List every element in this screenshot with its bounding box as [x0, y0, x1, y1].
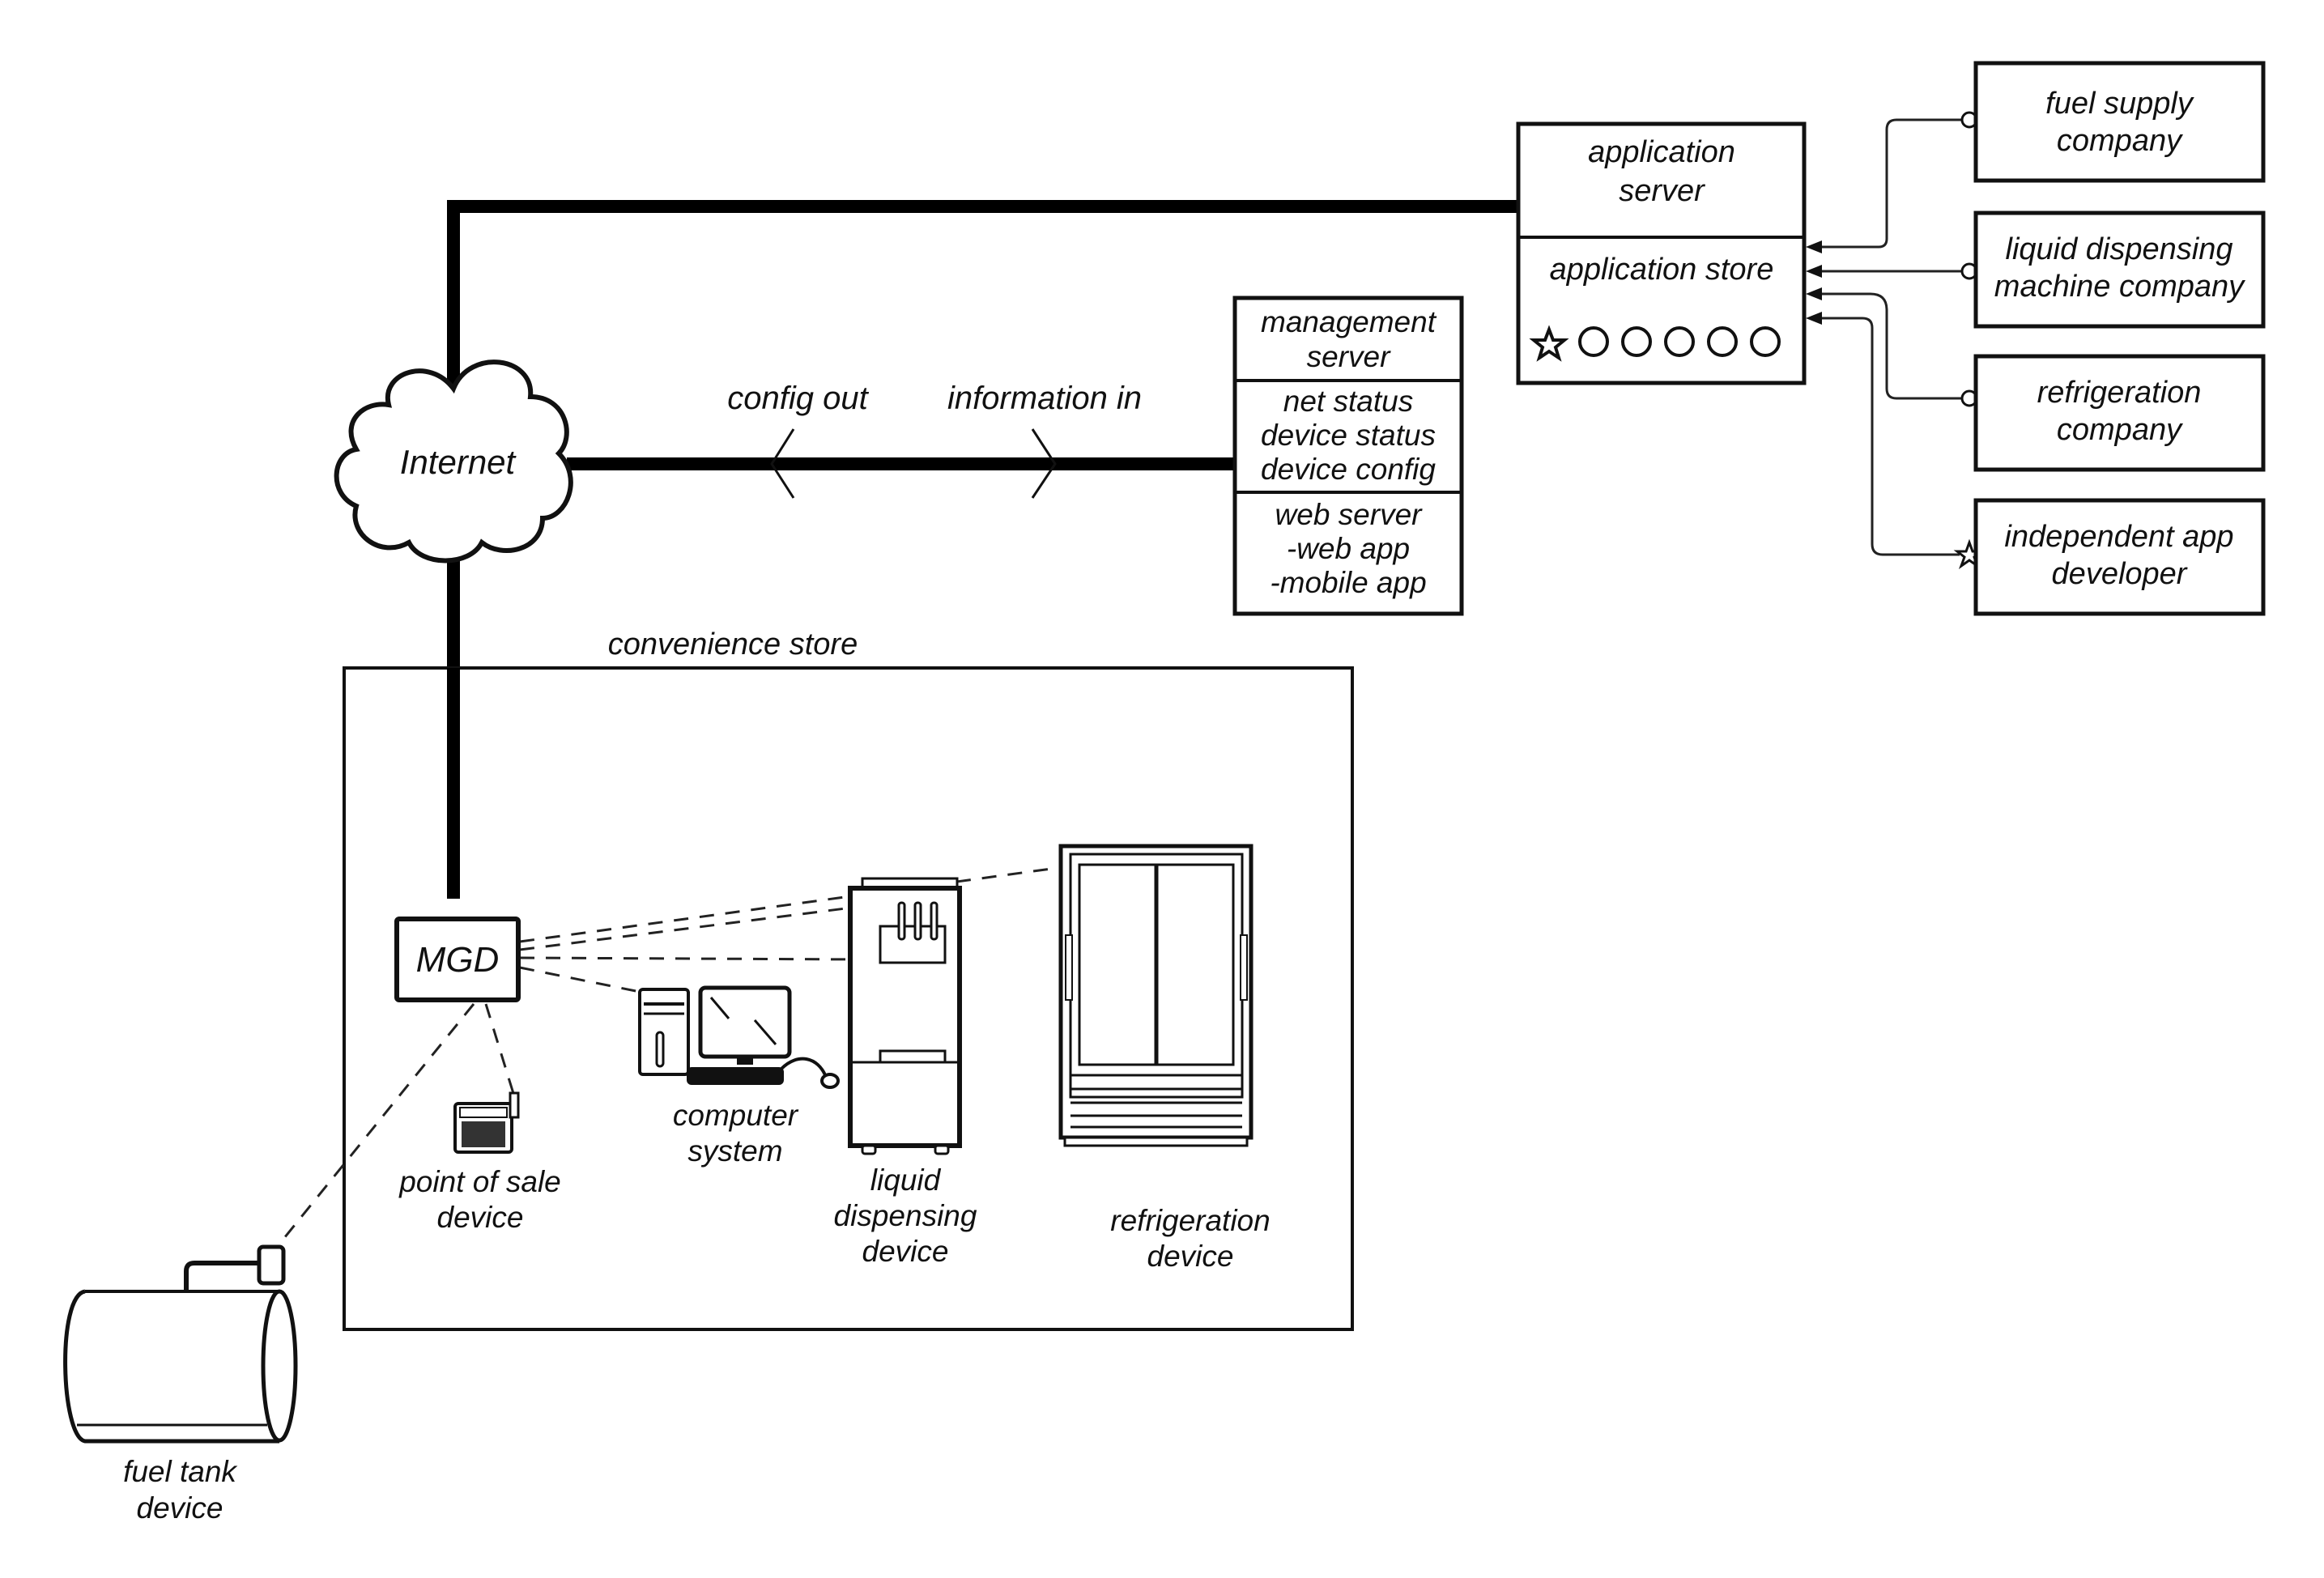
company-label-line2: company	[2057, 124, 2183, 158]
convenience-store-label: convenience store	[608, 627, 858, 661]
management-title-line1: management	[1261, 305, 1437, 338]
mgd-device[interactable]: MGD	[394, 917, 521, 1002]
circle-icon[interactable]	[1750, 326, 1781, 357]
circle-icon[interactable]	[1578, 326, 1609, 357]
arrowhead-icon	[1806, 240, 1822, 253]
management-server[interactable]: management server net status device stat…	[1232, 296, 1464, 616]
liquid-dispensing-device[interactable]: liquid dispensing device	[834, 877, 977, 1268]
circle-icon[interactable]	[1707, 326, 1738, 357]
circle-icon[interactable]	[1621, 326, 1652, 357]
web-server-label: web server	[1275, 498, 1424, 531]
device-status-label: device status	[1261, 419, 1436, 452]
company-independent-developer[interactable]: independent app developer	[1973, 498, 2266, 616]
liquid-label-line1: liquid	[870, 1163, 942, 1197]
fuel-tank-device[interactable]: fuel tank device	[63, 1244, 298, 1525]
fuel-tank-icon	[63, 1244, 298, 1444]
pos-label-line1: point of sale	[398, 1165, 561, 1198]
refrigerator-icon	[1058, 844, 1254, 1147]
application-server-title-line2: server	[1619, 174, 1705, 208]
application-server-title-line1: application	[1588, 135, 1735, 169]
company-connectors	[1806, 111, 1986, 569]
fuel-tank-label-line2: device	[137, 1491, 223, 1525]
company-label-line1: liquid dispensing	[2006, 232, 2233, 266]
application-server[interactable]: application server application store	[1516, 121, 1807, 385]
circle-icon[interactable]	[1664, 326, 1695, 357]
pos-terminal-icon	[453, 1091, 520, 1154]
link-mgd-liquid	[519, 956, 859, 961]
config-out-label: config out	[727, 381, 869, 416]
net-status-label: net status	[1283, 385, 1413, 418]
refrigeration-label-line2: device	[1147, 1240, 1234, 1273]
application-store-label: application store	[1550, 253, 1774, 287]
management-title-line2: server	[1307, 340, 1391, 373]
computer-system[interactable]: computer system	[638, 985, 840, 1168]
connector-independent-dev	[1818, 317, 1960, 556]
connector-refrigeration	[1818, 292, 1964, 400]
company-label-line1: independent app	[2004, 520, 2233, 554]
liquid-label-line2: dispensing	[834, 1199, 977, 1232]
arrowhead-icon	[1806, 265, 1822, 278]
internet-cloud[interactable]: Internet	[334, 359, 573, 564]
information-in-label: information in	[947, 381, 1142, 416]
mgd-label: MGD	[416, 940, 500, 980]
computer-label-line1: computer	[673, 1099, 799, 1132]
web-app-label: -web app	[1287, 532, 1410, 565]
fuel-tank-label-line1: fuel tank	[123, 1455, 238, 1488]
refrigeration-label-line1: refrigeration	[1110, 1204, 1270, 1237]
internet-label: Internet	[400, 443, 517, 481]
liquid-label-line3: device	[862, 1235, 949, 1268]
device-config-label: device config	[1261, 453, 1436, 486]
computer-label-line2: system	[687, 1134, 782, 1168]
company-liquid-dispensing[interactable]: liquid dispensing machine company	[1973, 211, 2266, 329]
company-label-line2: company	[2057, 413, 2183, 447]
link-mgd-liquid-top	[519, 905, 859, 951]
company-fuel-supply[interactable]: fuel supply company	[1973, 61, 2266, 183]
refrigeration-device[interactable]: refrigeration device	[1058, 844, 1271, 1273]
point-of-sale-device[interactable]: point of sale device	[398, 1091, 561, 1234]
liquid-dispenser-icon	[848, 877, 962, 1155]
company-refrigeration[interactable]: refrigeration company	[1973, 354, 2266, 472]
company-label-line2: machine company	[1994, 270, 2245, 304]
arrowhead-icon	[1806, 312, 1822, 325]
network-diagram: config out information in Internet appli…	[63, 61, 2266, 1525]
connector-fuel-supply	[1818, 118, 1964, 249]
company-label-line1: refrigeration	[2037, 376, 2202, 410]
arrowhead-icon	[1806, 287, 1822, 300]
link-mgd-computer	[519, 966, 641, 993]
company-label-line2: developer	[2052, 557, 2188, 591]
company-label-line1: fuel supply	[2045, 87, 2194, 121]
mobile-app-label: -mobile app	[1270, 566, 1426, 599]
pos-label-line2: device	[437, 1201, 524, 1234]
computer-icon	[638, 985, 840, 1089]
link-mgd-refrigeration	[519, 865, 1070, 943]
